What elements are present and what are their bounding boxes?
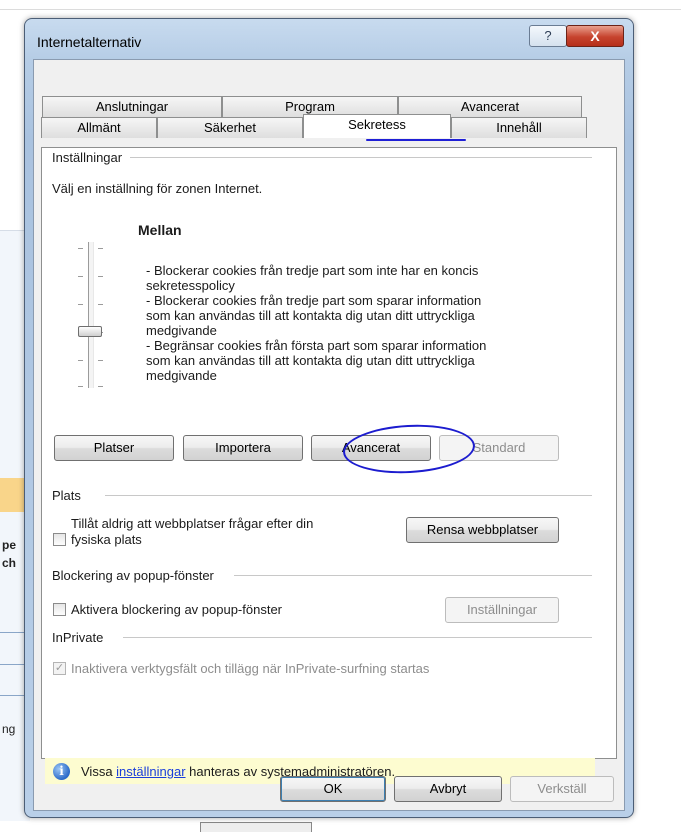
zone-text: Välj en inställning för zonen Internet. xyxy=(52,181,263,196)
tab-security[interactable]: Säkerhet xyxy=(157,117,303,138)
tab-annotation-underline xyxy=(366,139,466,141)
settings-link[interactable]: inställningar xyxy=(116,764,185,779)
clear-sites-button[interactable]: Rensa webbplatser xyxy=(406,517,559,543)
slider-tick xyxy=(98,276,103,277)
tab-privacy[interactable]: Sekretess xyxy=(303,114,451,138)
privacy-level-label: Mellan xyxy=(138,222,182,238)
inprivate-checkbox-label[interactable]: Inaktivera verktygsfält och tillägg när … xyxy=(71,661,429,676)
settings-heading: Inställningar xyxy=(52,150,131,165)
background-text-3: ng xyxy=(2,722,16,736)
info-icon: i xyxy=(53,763,70,780)
import-button[interactable]: Importera xyxy=(183,435,303,461)
background-text-1: pe xyxy=(2,538,17,552)
background-divider xyxy=(0,9,681,10)
description-line: - Begränsar cookies från första part som… xyxy=(146,338,487,353)
tab-general[interactable]: Allmänt xyxy=(41,117,157,138)
popup-checkbox[interactable] xyxy=(53,603,66,616)
slider-tick xyxy=(98,360,103,361)
background-rule xyxy=(0,632,26,633)
description-line: - Blockerar cookies från tredje part som… xyxy=(146,263,479,278)
group-divider xyxy=(56,495,592,496)
tab-connections[interactable]: Anslutningar xyxy=(42,96,222,117)
ok-button[interactable]: OK xyxy=(280,776,386,802)
close-button[interactable]: X xyxy=(566,25,624,47)
background-rule xyxy=(0,695,26,696)
description-line: medgivande xyxy=(146,323,217,338)
group-divider xyxy=(56,637,592,638)
background-text-2: ch xyxy=(2,556,17,570)
location-checkbox-label-2[interactable]: fysiska plats xyxy=(71,532,142,547)
background-rule xyxy=(0,664,26,665)
info-prefix: Vissa xyxy=(81,764,117,779)
slider-tick xyxy=(78,386,83,387)
inprivate-heading: InPrivate xyxy=(52,630,124,645)
slider-tick xyxy=(98,304,103,305)
popup-checkbox-label[interactable]: Aktivera blockering av popup-fönster xyxy=(71,602,282,617)
sites-button[interactable]: Platser xyxy=(54,435,174,461)
description-line: som kan användas till att kontakta dig u… xyxy=(146,353,475,368)
inprivate-checkbox[interactable]: ✓ xyxy=(53,662,66,675)
description-line: sekretesspolicy xyxy=(146,278,235,293)
group-divider xyxy=(56,157,592,158)
privacy-slider-track[interactable] xyxy=(88,242,94,388)
popup-settings-button[interactable]: Inställningar xyxy=(445,597,559,623)
slider-tick xyxy=(78,276,83,277)
location-checkbox[interactable] xyxy=(53,533,66,546)
dialog-title: Internetalternativ xyxy=(37,34,142,50)
help-button[interactable]: ? xyxy=(529,25,567,47)
description-line: som kan användas till att kontakta dig u… xyxy=(146,308,475,323)
annotation-circle xyxy=(341,421,477,477)
slider-tick xyxy=(98,248,103,249)
cancel-button[interactable]: Avbryt xyxy=(394,776,502,802)
privacy-panel: Inställningar Välj en inställning för zo… xyxy=(41,147,617,784)
slider-tick xyxy=(98,386,103,387)
location-checkbox-label[interactable]: Tillåt aldrig att webbplatser frågar eft… xyxy=(71,516,313,531)
popup-heading: Blockering av popup-fönster xyxy=(52,568,234,583)
apply-button[interactable]: Verkställ xyxy=(510,776,614,802)
description-line: - Blockerar cookies från tredje part som… xyxy=(146,293,482,308)
privacy-slider-thumb[interactable] xyxy=(78,326,102,337)
slider-tick xyxy=(78,248,83,249)
slider-tick xyxy=(78,360,83,361)
internet-options-dialog: Internetalternativ ? X Anslutningar Prog… xyxy=(24,18,634,818)
dialog-body: Anslutningar Program Avancerat Allmänt S… xyxy=(33,59,625,811)
tab-content[interactable]: Innehåll xyxy=(451,117,587,138)
description-line: medgivande xyxy=(146,368,217,383)
slider-tick xyxy=(78,304,83,305)
location-heading: Plats xyxy=(52,488,105,503)
